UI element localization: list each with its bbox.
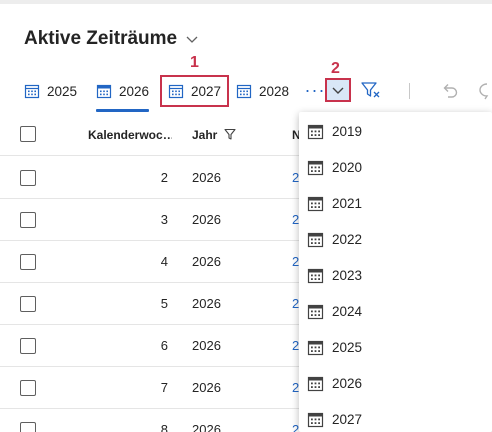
more-tabs-button[interactable]: ···	[304, 78, 326, 102]
dropdown-item-2020[interactable]: 2020	[299, 149, 492, 185]
cell-kalenderwoche: 5	[160, 296, 168, 311]
cell-jahr: 2026	[192, 254, 221, 269]
calendar-icon	[168, 84, 184, 99]
select-all-checkbox[interactable]	[20, 126, 36, 142]
dropdown-item-2026[interactable]: 2026	[299, 365, 492, 401]
tab-label: 2025	[47, 83, 78, 99]
tab-label: 2027	[191, 83, 222, 99]
clear-filter-icon[interactable]	[360, 80, 382, 100]
tab-2026[interactable]: 2026	[96, 72, 150, 112]
calendar-icon	[24, 84, 40, 99]
annotation-1: 1	[190, 54, 199, 71]
comment-icon[interactable]	[478, 80, 492, 100]
cell-kalenderwoche: 6	[160, 338, 168, 353]
dropdown-item-label: 2025	[332, 339, 363, 355]
dropdown-item-2024[interactable]: 2024	[299, 293, 492, 329]
calendar-icon	[307, 160, 324, 175]
cell-jahr: 2026	[192, 212, 221, 227]
tab-label: 2028	[259, 83, 290, 99]
cell-jahr: 2026	[192, 338, 221, 353]
top-divider	[0, 0, 492, 4]
tab-2027[interactable]: 2027	[160, 75, 230, 107]
dropdown-item-2023[interactable]: 2023	[299, 257, 492, 293]
tab-2028[interactable]: 2028	[236, 72, 289, 110]
calendar-icon	[96, 84, 112, 99]
undo-icon[interactable]	[440, 80, 460, 100]
dropdown-item-2025[interactable]: 2025	[299, 329, 492, 365]
dropdown-item-label: 2022	[332, 231, 363, 247]
calendar-icon	[307, 268, 324, 283]
cell-kalenderwoche: 2	[160, 170, 168, 185]
calendar-icon	[307, 196, 324, 211]
calendar-icon	[307, 340, 324, 355]
year-dropdown-menu: 2019 2020 2021 2022 2023 2024 2025 2026 …	[299, 112, 492, 432]
cell-kalenderwoche: 4	[160, 254, 168, 269]
calendar-icon	[236, 84, 252, 99]
calendar-icon	[307, 304, 324, 319]
view-title: Aktive Zeiträume	[24, 28, 178, 49]
row-checkbox[interactable]	[20, 380, 36, 396]
tab-label: 2026	[119, 83, 150, 99]
more-tabs-dropdown-button[interactable]	[325, 78, 351, 102]
row-checkbox[interactable]	[20, 296, 36, 312]
dropdown-item-2027[interactable]: 2027	[299, 401, 492, 432]
annotation-2: 2	[331, 60, 340, 77]
cell-jahr: 2026	[192, 170, 221, 185]
dropdown-item-label: 2020	[332, 159, 363, 175]
dropdown-item-2019[interactable]: 2019	[299, 113, 492, 149]
cell-kalenderwoche: 8	[160, 422, 168, 432]
year-tabs: 2025 2026 2027 2028	[0, 72, 492, 112]
tab-2025[interactable]: 2025	[24, 72, 77, 110]
cell-jahr: 2026	[192, 380, 221, 395]
cell-kalenderwoche: 7	[160, 380, 168, 395]
cell-jahr: 2026	[192, 422, 221, 432]
dropdown-item-2022[interactable]: 2022	[299, 221, 492, 257]
ellipsis-icon: ···	[304, 79, 326, 100]
column-header-jahr[interactable]: Jahr	[192, 128, 217, 142]
row-checkbox[interactable]	[20, 422, 36, 432]
filter-icon	[224, 128, 236, 140]
cell-kalenderwoche: 3	[160, 212, 168, 227]
dropdown-item-label: 2021	[332, 195, 363, 211]
dropdown-item-2021[interactable]: 2021	[299, 185, 492, 221]
row-checkbox[interactable]	[20, 338, 36, 354]
dropdown-item-label: 2023	[332, 267, 363, 283]
toolbar-separator	[409, 83, 410, 99]
row-checkbox[interactable]	[20, 170, 36, 186]
calendar-icon	[307, 412, 324, 427]
calendar-icon	[307, 232, 324, 247]
column-header-kalenderwoche[interactable]: Kalenderwoc…	[88, 128, 172, 142]
dropdown-item-label: 2019	[332, 123, 363, 139]
dropdown-item-label: 2024	[332, 303, 363, 319]
cell-jahr: 2026	[192, 296, 221, 311]
row-checkbox[interactable]	[20, 212, 36, 228]
row-checkbox[interactable]	[20, 254, 36, 270]
calendar-icon	[307, 376, 324, 391]
view-selector[interactable]: Aktive Zeiträume	[24, 26, 199, 52]
dropdown-item-label: 2027	[332, 411, 363, 427]
calendar-icon	[307, 124, 324, 139]
active-tab-indicator	[96, 109, 150, 112]
chevron-down-icon	[186, 36, 198, 43]
chevron-down-icon	[332, 87, 344, 94]
dropdown-item-label: 2026	[332, 375, 363, 391]
